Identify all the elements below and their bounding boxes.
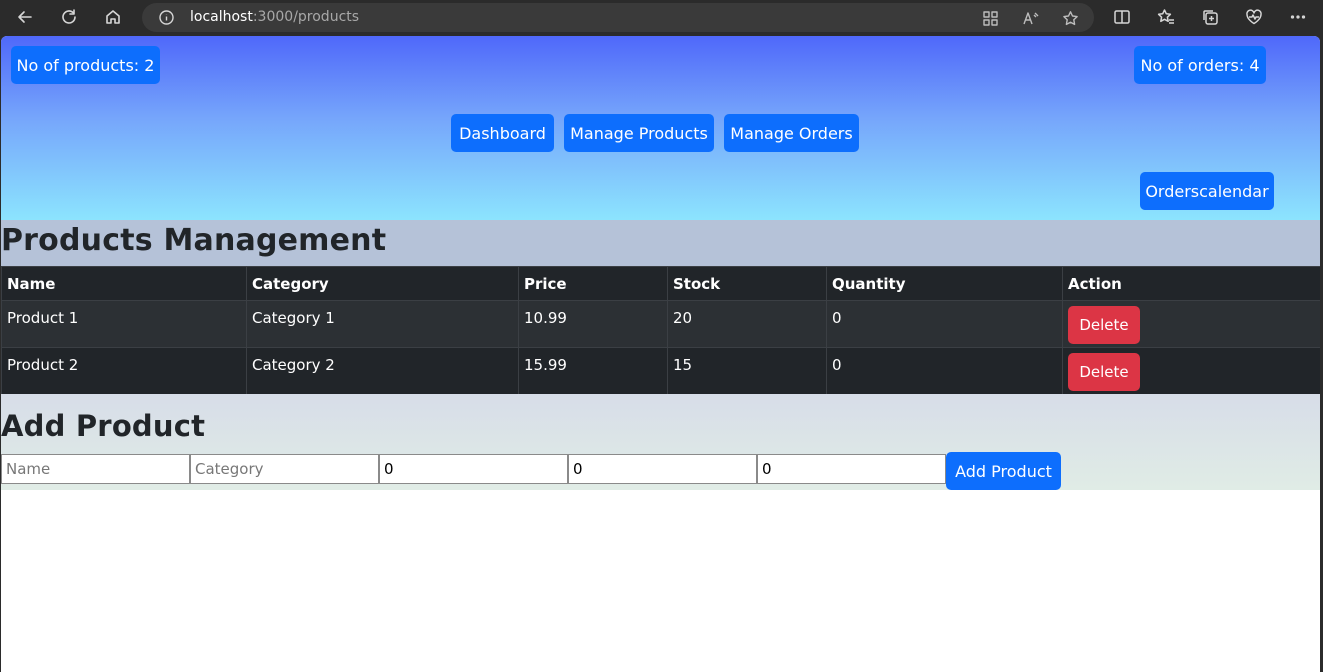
browser-essentials-icon[interactable]	[1243, 6, 1265, 28]
more-menu-icon[interactable]	[1287, 6, 1309, 28]
column-header: Category	[246, 266, 519, 301]
column-header: Action	[1062, 266, 1320, 301]
cell-quantity: 0	[826, 300, 1063, 348]
cell-action: Delete	[1062, 347, 1320, 395]
add-product-heading: Add Product	[1, 409, 206, 443]
orderscalendar-button[interactable]: Orderscalendar	[1140, 172, 1274, 210]
manage-products-button[interactable]: Manage Products	[564, 114, 714, 152]
cell-name: Product 2	[1, 347, 247, 395]
cell-action: Delete	[1062, 300, 1320, 348]
quantity-input[interactable]	[757, 454, 946, 484]
products-management-section: Products Management	[1, 220, 1320, 266]
url-path: :3000/products	[252, 9, 360, 25]
column-header: Name	[1, 266, 247, 301]
collections-icon[interactable]	[1199, 6, 1221, 28]
cell-name: Product 1	[1, 300, 247, 348]
page-viewport: No of products: 2 No of orders: 4 Dashbo…	[1, 36, 1320, 672]
apps-icon[interactable]	[980, 8, 1000, 28]
cell-quantity: 0	[826, 347, 1063, 395]
column-header: Price	[518, 266, 668, 301]
delete-button[interactable]: Delete	[1068, 353, 1140, 391]
refresh-icon[interactable]	[56, 5, 82, 29]
name-input[interactable]	[1, 454, 190, 484]
table-row: Product 1 Category 1 10.99 20 0 Delete	[1, 300, 1320, 348]
column-header: Stock	[667, 266, 827, 301]
column-header: Quantity	[826, 266, 1063, 301]
site-info-icon[interactable]	[158, 9, 175, 26]
delete-button[interactable]: Delete	[1068, 306, 1140, 344]
manage-orders-button[interactable]: Manage Orders	[724, 114, 859, 152]
cell-category: Category 2	[246, 347, 519, 395]
url-text[interactable]: localhost:3000/products	[190, 9, 359, 26]
orders-count-badge[interactable]: No of orders: 4	[1134, 46, 1266, 84]
cell-price: 10.99	[518, 300, 668, 348]
read-aloud-icon[interactable]	[1020, 8, 1040, 28]
browser-toolbar: localhost:3000/products	[0, 0, 1323, 35]
dashboard-button[interactable]: Dashboard	[451, 114, 554, 152]
price-input[interactable]	[379, 454, 568, 484]
category-input[interactable]	[190, 454, 379, 484]
back-icon[interactable]	[12, 5, 38, 29]
url-host: localhost	[190, 9, 253, 25]
favorites-icon[interactable]	[1155, 6, 1177, 28]
products-table: Name Category Price Stock Quantity Actio…	[1, 266, 1320, 395]
products-count-badge[interactable]: No of products: 2	[11, 46, 160, 84]
stock-input[interactable]	[568, 454, 757, 484]
home-icon[interactable]	[100, 5, 126, 29]
add-product-button[interactable]: Add Product	[946, 452, 1061, 490]
favorite-star-icon[interactable]	[1060, 8, 1080, 28]
cell-price: 15.99	[518, 347, 668, 395]
cell-category: Category 1	[246, 300, 519, 348]
cell-stock: 20	[667, 300, 827, 348]
split-screen-icon[interactable]	[1111, 6, 1133, 28]
address-bar[interactable]: localhost:3000/products	[142, 3, 1094, 32]
table-row: Product 2 Category 2 15.99 15 0 Delete	[1, 347, 1320, 395]
header: No of products: 2 No of orders: 4 Dashbo…	[1, 36, 1320, 220]
cell-stock: 15	[667, 347, 827, 395]
page-title: Products Management	[1, 223, 387, 258]
table-header-row: Name Category Price Stock Quantity Actio…	[1, 266, 1320, 301]
